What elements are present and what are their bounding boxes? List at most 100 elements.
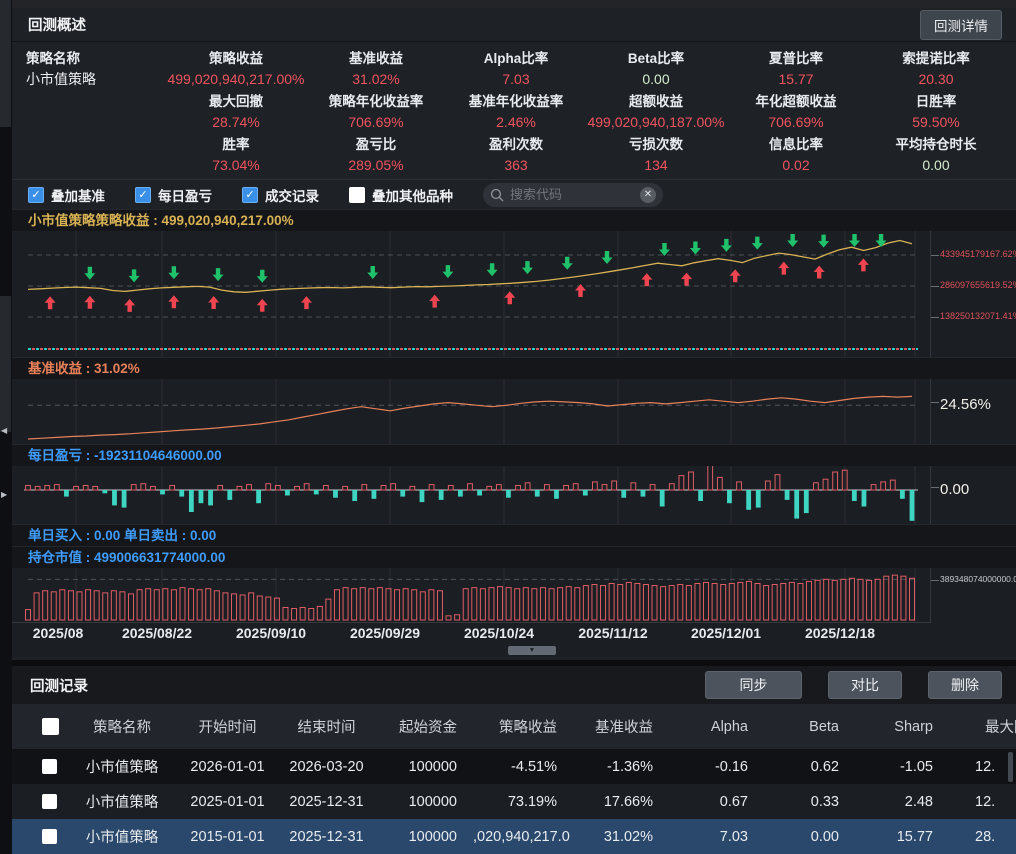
stat-value: 499,020,940,187.00%: [586, 112, 726, 132]
benchmark-chart[interactable]: 24.56%: [12, 379, 1016, 444]
table-row[interactable]: 小市值策略2026-01-012026-03-20100000-4.51%-1.…: [12, 749, 1016, 784]
table-row[interactable]: 小市值策略2025-01-012025-12-3110000073.19%17.…: [12, 784, 1016, 819]
column-header[interactable]: 基准收益: [573, 716, 669, 737]
buy-marker-icon: [814, 265, 825, 278]
backtest-detail-button[interactable]: 回测详情: [920, 10, 1002, 40]
column-header[interactable]: Beta: [764, 719, 855, 735]
strategy-chart[interactable]: 433945179167.62%286097655619.52%13825013…: [12, 231, 1016, 357]
position-plot[interactable]: [12, 568, 930, 623]
position-value-title: 持仓市值 : 499006631774000.00: [12, 546, 1016, 568]
table-cell: 0.67: [669, 794, 764, 810]
stat-value: 73.04%: [166, 155, 306, 175]
position-y-axis: 389348074000000.00: [930, 568, 1016, 623]
column-header[interactable]: 起始资金: [376, 716, 473, 737]
stat-value: 7.03: [446, 69, 586, 89]
search-box[interactable]: ✕: [483, 183, 663, 207]
stat-盈利次数: 盈利次数363: [446, 134, 586, 177]
table-cell: 28.: [949, 829, 1016, 845]
filter-叠加其他品种[interactable]: 叠加其他品种: [349, 185, 453, 205]
column-header[interactable]: 结束时间: [277, 716, 376, 737]
buy-marker-icon: [778, 262, 789, 275]
benchmark-chart-plot[interactable]: [12, 379, 930, 444]
stat-基准年化收益率: 基准年化收益率2.46%: [446, 91, 586, 134]
filter-label: 每日盈亏: [158, 185, 212, 205]
filter-checkbox-group: ✓叠加基准✓每日盈亏✓成交记录叠加其他品种: [28, 185, 453, 205]
filter-成交记录[interactable]: ✓成交记录: [242, 185, 319, 205]
select-all-cell: [12, 718, 66, 735]
row-select-cell: [12, 829, 66, 844]
column-header[interactable]: 策略收益: [473, 716, 573, 737]
checked-checkbox-icon[interactable]: ✓: [242, 187, 258, 203]
column-header[interactable]: Sharp: [855, 719, 949, 735]
table-scrollbar[interactable]: [1008, 752, 1013, 782]
unchecked-checkbox-icon[interactable]: [349, 187, 365, 203]
row-checkbox[interactable]: [42, 759, 57, 774]
select-all-checkbox[interactable]: [42, 718, 59, 735]
buy-marker-icon: [504, 291, 515, 304]
table-cell: 100000: [376, 829, 473, 845]
table-cell: 2025-01-01: [178, 794, 277, 810]
stat-信息比率: 信息比率0.02: [726, 134, 866, 177]
column-header[interactable]: Alpha: [669, 719, 764, 735]
filter-叠加基准[interactable]: ✓叠加基准: [28, 185, 105, 205]
x-axis-label: 2025/12/18: [805, 625, 875, 641]
stat-夏普比率: 夏普比率15.77: [726, 48, 866, 91]
x-axis-label: 2025/09/10: [236, 625, 306, 641]
sell-marker-icon: [257, 270, 268, 283]
stat-value: 0.02: [726, 155, 866, 175]
position-chart[interactable]: 389348074000000.00: [12, 568, 1016, 623]
sell-marker-icon: [562, 257, 573, 270]
stat-label: 日胜率: [866, 91, 1006, 112]
column-header[interactable]: 最大回撤: [949, 716, 1016, 737]
table-cell: ,020,940,217.0: [473, 829, 573, 845]
collapsed-side-panel[interactable]: ◀ ▶: [0, 0, 12, 854]
axis-tick: [931, 487, 939, 488]
daily-pnl-plot[interactable]: [12, 466, 930, 524]
column-header[interactable]: 开始时间: [178, 716, 277, 737]
panel-expand-arrow-icon[interactable]: ▶: [1, 490, 7, 499]
row-checkbox[interactable]: [42, 829, 57, 844]
stat-索提诺比率: 索提诺比率20.30: [866, 48, 1006, 91]
stats-row: 最大回撤28.74%策略年化收益率706.69%基准年化收益率2.46%超额收益…: [26, 91, 1006, 134]
panel-collapse-arrow-icon[interactable]: ◀: [1, 426, 7, 435]
checked-checkbox-icon[interactable]: ✓: [135, 187, 151, 203]
filter-bar: ✓叠加基准✓每日盈亏✓成交记录叠加其他品种 ✕: [12, 179, 1016, 209]
collapse-chart-handle[interactable]: ▼: [508, 646, 556, 655]
stat-label: 胜率: [166, 134, 306, 155]
column-header[interactable]: 策略名称: [66, 716, 178, 737]
records-buttons: 同步 对比 删除: [705, 671, 1002, 699]
side-panel-segment: [0, 0, 11, 127]
records-table: 策略名称开始时间结束时间起始资金策略收益基准收益AlphaBetaSharp最大…: [12, 704, 1016, 854]
stat-label: 基准收益: [306, 48, 446, 69]
strategy-y-axis: 433945179167.62%286097655619.52%13825013…: [930, 231, 1016, 357]
filter-每日盈亏[interactable]: ✓ 每日盈亏: [135, 185, 212, 205]
stats-spacer: [26, 91, 166, 134]
table-cell: 7.03: [669, 829, 764, 845]
stat-label: 夏普比率: [726, 48, 866, 69]
stat-年化超额收益: 年化超额收益706.69%: [726, 91, 866, 134]
table-row[interactable]: 小市值策略2015-01-012025-12-31100000,020,940,…: [12, 819, 1016, 854]
row-checkbox[interactable]: [42, 794, 57, 809]
stat-label: 信息比率: [726, 134, 866, 155]
table-cell: 31.02%: [573, 829, 669, 845]
stat-value: 134: [586, 155, 726, 175]
axis-tick: [931, 317, 939, 318]
delete-button[interactable]: 删除: [928, 671, 1002, 699]
overview-header: 回测概述 回测详情: [12, 8, 1016, 42]
stat-策略年化收益率: 策略年化收益率706.69%: [306, 91, 446, 134]
stat-label: 策略收益: [166, 48, 306, 69]
stats-spacer: [26, 134, 166, 177]
table-cell: 2015-01-01: [178, 829, 277, 845]
strategy-chart-plot[interactable]: [12, 231, 930, 357]
search-input[interactable]: [510, 187, 634, 202]
compare-button[interactable]: 对比: [828, 671, 902, 699]
stat-胜率: 胜率73.04%: [166, 134, 306, 177]
daily-pnl-title: 每日盈亏 : -19231104646000.00: [12, 444, 1016, 466]
checked-checkbox-icon[interactable]: ✓: [28, 187, 44, 203]
clear-search-icon[interactable]: ✕: [640, 187, 656, 203]
sync-button[interactable]: 同步: [705, 671, 802, 699]
x-axis-label: 2025/08/22: [122, 625, 192, 641]
table-cell: 2026-03-20: [277, 759, 376, 775]
daily-pnl-chart[interactable]: 0.00: [12, 466, 1016, 524]
sell-marker-icon: [690, 242, 701, 255]
